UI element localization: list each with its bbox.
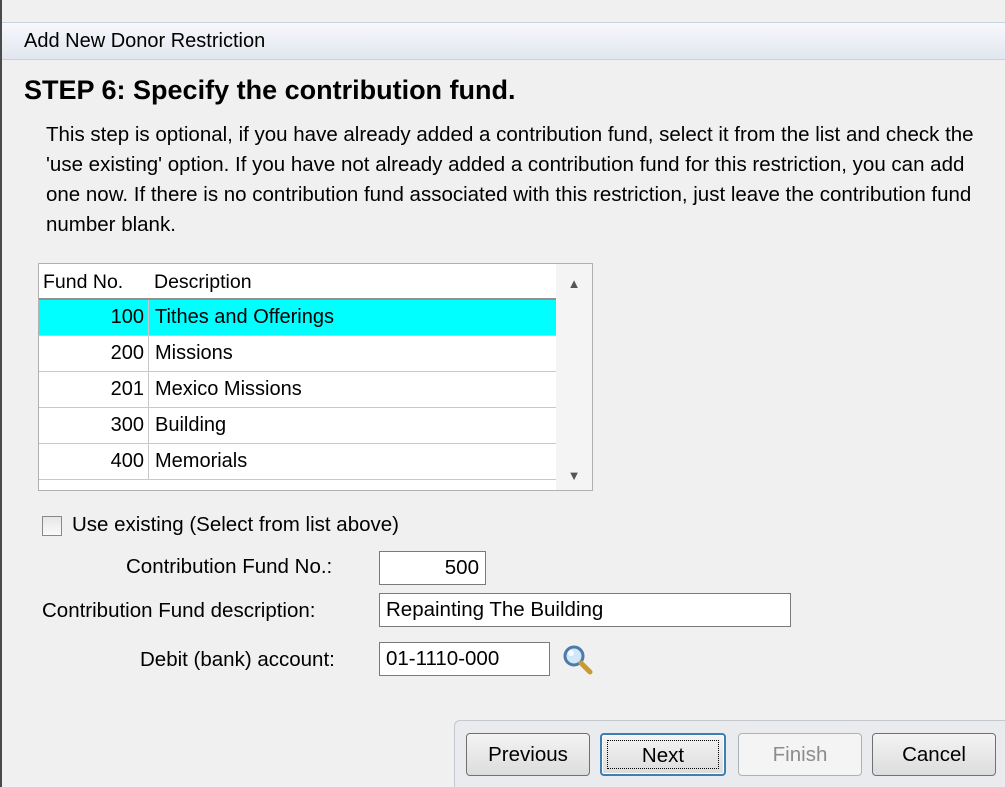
fund-number-input[interactable] <box>379 551 486 585</box>
fund-description-input[interactable] <box>379 593 791 627</box>
scroll-down-arrow-icon[interactable]: ▼ <box>556 462 592 490</box>
focus-rectangle <box>607 740 719 769</box>
finish-button[interactable]: Finish <box>738 733 862 776</box>
fund-description-label: Contribution Fund description: <box>42 599 316 622</box>
fund-list-grid[interactable]: Fund No. Description 100 Tithes and Offe… <box>38 263 593 491</box>
magnifier-icon[interactable] <box>560 643 594 677</box>
fund-number-cell: 300 <box>43 408 149 443</box>
step-instructions: This step is optional, if you have alrea… <box>46 123 974 236</box>
window-title: Add New Donor Restriction <box>24 30 266 52</box>
next-button[interactable]: Next <box>600 733 726 776</box>
table-row[interactable]: 300 Building <box>39 408 556 444</box>
column-header-fund-no[interactable]: Fund No. <box>43 271 123 294</box>
window-titlebar: Add New Donor Restriction <box>2 22 1005 60</box>
fund-description-cell: Tithes and Offerings <box>155 306 334 328</box>
table-row[interactable]: 200 Missions <box>39 336 556 372</box>
step-title: STEP 6: Specify the contribution fund. <box>24 75 516 105</box>
fund-description-cell: Missions <box>155 342 233 364</box>
table-row[interactable]: 201 Mexico Missions <box>39 372 556 408</box>
previous-button[interactable]: Previous <box>466 733 590 776</box>
debit-account-input[interactable] <box>379 642 550 676</box>
fund-number-cell: 201 <box>43 372 149 407</box>
fund-description-cell: Memorials <box>155 450 248 472</box>
fund-number-label: Contribution Fund No.: <box>126 555 333 578</box>
table-row[interactable]: 100 Tithes and Offerings <box>39 300 556 336</box>
dialog-window: Add New Donor Restriction STEP 6: Specif… <box>0 0 1005 787</box>
table-row[interactable]: 400 Memorials <box>39 444 556 480</box>
fund-description-cell: Building <box>155 414 227 436</box>
scroll-up-arrow-icon[interactable]: ▲ <box>556 270 592 298</box>
fund-number-cell: 100 <box>43 300 149 335</box>
fund-description-cell: Mexico Missions <box>155 378 302 400</box>
fund-number-cell: 400 <box>43 444 149 479</box>
use-existing-label: Use existing (Select from list above) <box>72 513 399 536</box>
vertical-scrollbar[interactable]: ▲ ▼ <box>556 264 592 490</box>
cancel-button[interactable]: Cancel <box>872 733 996 776</box>
fund-rows: 100 Tithes and Offerings 200 Missions 20… <box>39 300 556 480</box>
debit-account-label: Debit (bank) account: <box>140 648 335 671</box>
grid-header: Fund No. Description <box>39 264 556 300</box>
use-existing-checkbox[interactable] <box>42 516 62 536</box>
column-header-description[interactable]: Description <box>154 271 252 294</box>
fund-number-cell: 200 <box>43 336 149 371</box>
